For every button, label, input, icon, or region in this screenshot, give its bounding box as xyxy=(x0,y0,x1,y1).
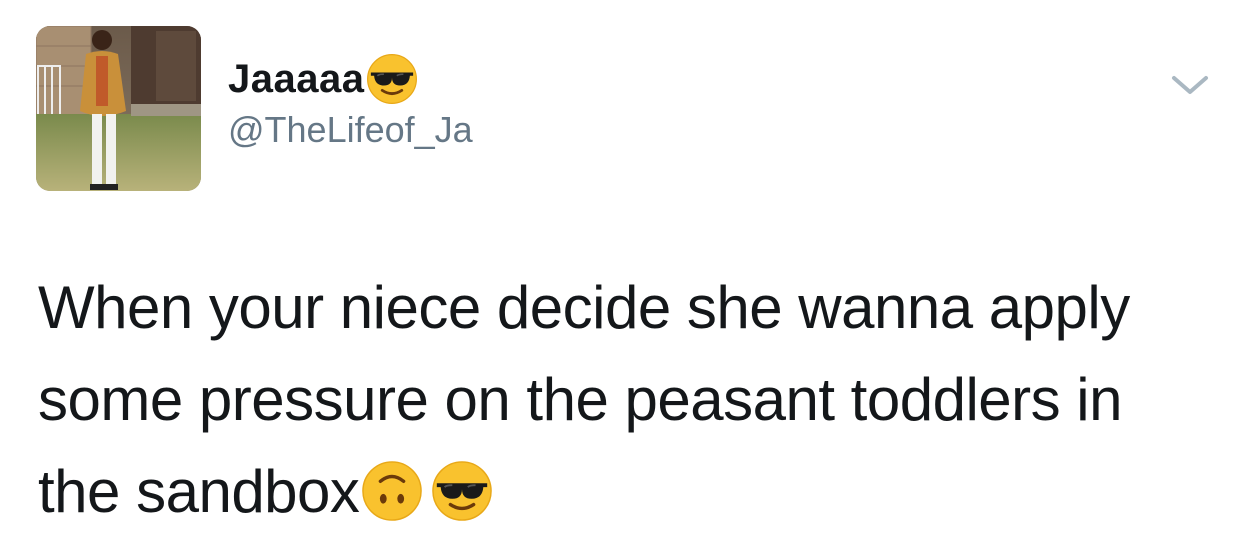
tweet-text-line-last: the sandbox xyxy=(38,446,1218,538)
sunglasses-emoji-icon xyxy=(366,53,418,105)
tweet-text-line: some pressure on the peasant toddlers in xyxy=(38,366,1123,433)
chevron-down-icon[interactable] xyxy=(1170,70,1210,100)
tweet-text-line: When your niece decide she wanna apply xyxy=(38,274,1130,341)
tweet-text: When your niece decide she wanna apply s… xyxy=(38,262,1218,538)
avatar[interactable] xyxy=(36,26,201,191)
sunglasses-emoji-icon xyxy=(431,456,493,521)
tweet-text-segment: the sandbox xyxy=(38,458,360,525)
upside-down-face-emoji-icon xyxy=(361,456,423,521)
display-name[interactable]: Jaaaaa xyxy=(228,59,364,99)
author-name-row[interactable]: Jaaaaa xyxy=(228,54,418,104)
tweet-card: Jaaaaa @TheLifeof_Ja When your niece dec… xyxy=(0,0,1242,542)
user-handle[interactable]: @TheLifeof_Ja xyxy=(228,112,473,148)
avatar-photo xyxy=(36,26,201,191)
